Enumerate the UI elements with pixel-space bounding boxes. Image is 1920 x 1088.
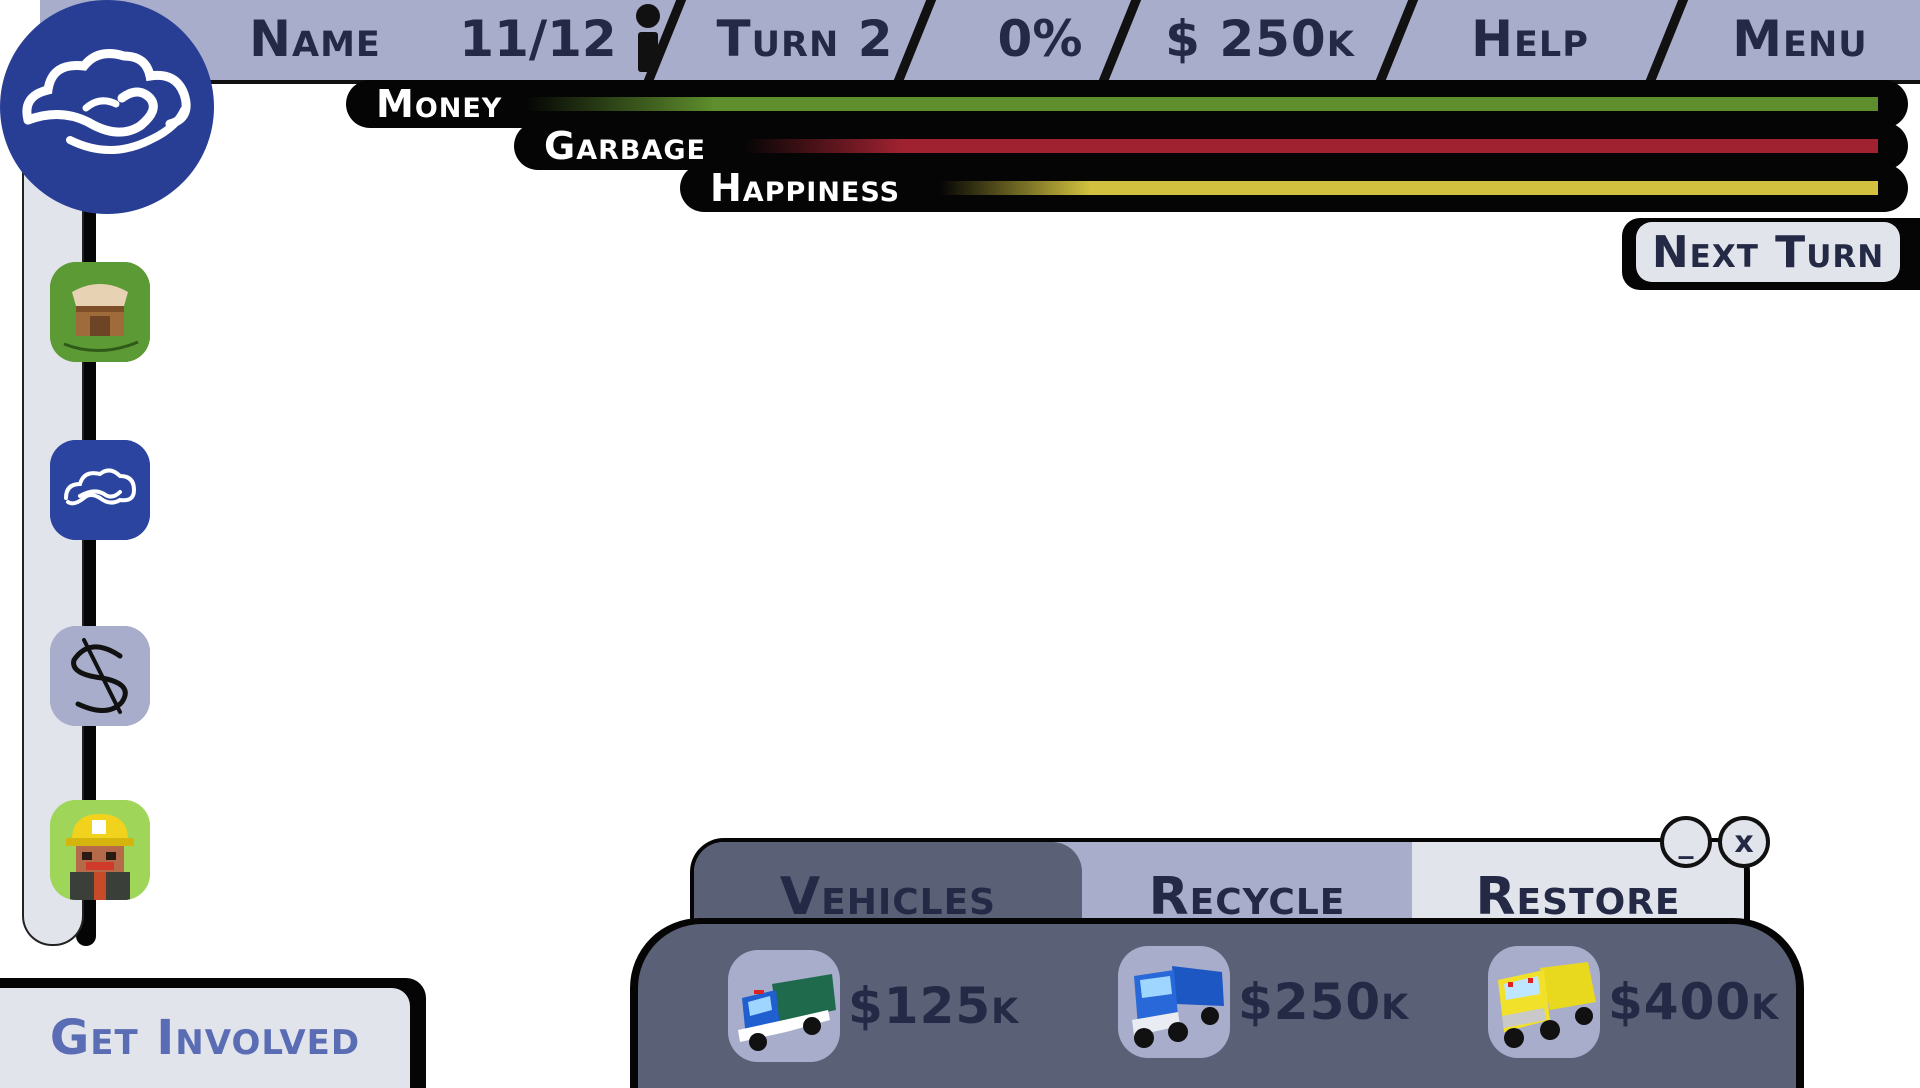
- top-bar: Name 11/12 Turn 2 0% $ 250k Help Menu: [40, 0, 1920, 86]
- happiness-meter-fill: [940, 181, 1878, 195]
- vehicle-price: $125k: [848, 977, 1020, 1035]
- cloud-logo-icon: [22, 49, 191, 154]
- vehicle-price: $250k: [1238, 973, 1410, 1031]
- help-button[interactable]: Help: [1420, 0, 1640, 78]
- garbage-meter: Garbage: [514, 122, 1908, 170]
- next-turn-button[interactable]: Next Turn: [1636, 222, 1900, 282]
- vehicle-thumb: [1118, 946, 1230, 1058]
- money-meter-label: Money: [376, 82, 503, 126]
- yellow-truck-icon: [1498, 962, 1596, 1048]
- sidebar-item-finance[interactable]: [50, 626, 150, 726]
- happiness-meter-label: Happiness: [710, 166, 901, 210]
- vehicle-item[interactable]: $125k: [728, 950, 1019, 1062]
- sidebar-item-market[interactable]: [50, 262, 150, 362]
- money-meter-fill: [526, 97, 1878, 111]
- vehicle-item[interactable]: $250k: [1118, 946, 1409, 1058]
- vehicle-thumb: [728, 950, 840, 1062]
- get-involved-button[interactable]: Get Involved: [0, 988, 410, 1088]
- vehicle-price: $400k: [1608, 973, 1780, 1031]
- happiness-meter: Happiness: [680, 164, 1908, 212]
- player-name: Name: [249, 10, 381, 68]
- dump-truck-icon: [1132, 966, 1224, 1048]
- turn-display: Turn 2: [716, 10, 894, 68]
- vehicles-panel: $125k $250k $400k: [638, 924, 1796, 1088]
- cloud-wave-icon: [50, 440, 150, 540]
- money-meter: Money: [346, 80, 1908, 128]
- sidebar-item-environment[interactable]: [50, 440, 150, 540]
- market-stall-icon: [50, 262, 150, 362]
- game-logo: [0, 0, 214, 214]
- population-count: 11/12: [459, 10, 617, 68]
- worker-icon: [50, 800, 150, 900]
- population-display[interactable]: 11/12: [440, 0, 680, 78]
- vehicle-thumb: [1488, 946, 1600, 1058]
- garbage-truck-icon: [738, 974, 836, 1051]
- minimize-button[interactable]: _: [1660, 816, 1712, 868]
- menu-button[interactable]: Menu: [1690, 0, 1910, 78]
- garbage-meter-label: Garbage: [544, 124, 706, 168]
- sidebar-item-workers[interactable]: [50, 800, 150, 900]
- garbage-meter-fill: [744, 139, 1878, 153]
- money-display: $ 250k: [1165, 10, 1355, 68]
- close-button[interactable]: x: [1718, 816, 1770, 868]
- vehicle-item[interactable]: $400k: [1488, 946, 1779, 1058]
- dollar-icon: [50, 626, 150, 726]
